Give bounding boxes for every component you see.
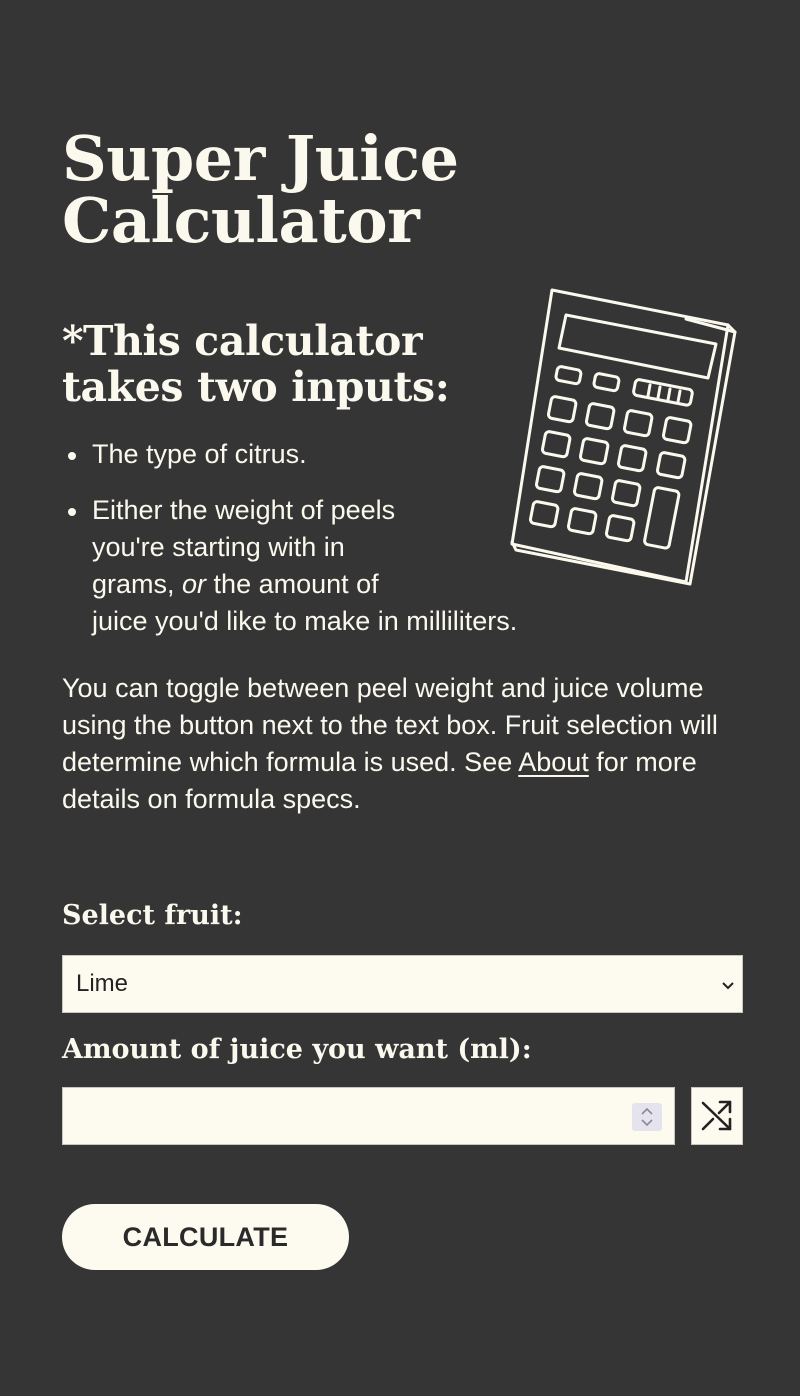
title-line-2: Calculator <box>62 184 420 257</box>
list-item-text-part: the amount of <box>206 569 379 599</box>
toggle-unit-button[interactable] <box>691 1087 743 1145</box>
fruit-select-value: Lime <box>76 970 129 997</box>
or-emphasis: or <box>182 569 207 599</box>
spinner-icon[interactable] <box>632 1103 662 1131</box>
fruit-select-label: Select fruit: <box>62 900 243 931</box>
list-item: The type of citrus. <box>68 436 652 473</box>
shuffle-icon <box>701 1100 732 1131</box>
description-paragraph: You can toggle between peel weight and j… <box>62 670 743 818</box>
amount-label: Amount of juice you want (ml): <box>62 1034 532 1065</box>
page-title: Super Juice Calculator <box>62 128 522 252</box>
list-item-text: Either the weight of peels <box>92 495 396 525</box>
amount-input[interactable] <box>62 1087 675 1145</box>
list-item-text: grams, or the amount of <box>92 566 652 603</box>
list-item-text: The type of citrus. <box>92 439 307 469</box>
list-item-text: you're starting with in <box>92 532 345 562</box>
fruit-select[interactable]: Lime <box>62 955 743 1013</box>
input-requirements-list: The type of citrus. Either the weight of… <box>62 436 652 659</box>
list-item-text-part: grams, <box>92 569 183 599</box>
calculate-button[interactable]: CALCULATE <box>62 1204 349 1270</box>
instructions-heading: *This calculator takes two inputs: <box>62 318 482 410</box>
list-item-text: juice you'd like to make in milliliters. <box>92 606 518 636</box>
chevron-down-icon <box>722 956 734 1012</box>
about-link[interactable]: About <box>518 747 589 777</box>
list-item: Either the weight of peels you're starti… <box>68 492 652 640</box>
heading-line-1: *This calculator <box>62 317 423 365</box>
heading-line-2: takes two inputs: <box>62 363 450 411</box>
